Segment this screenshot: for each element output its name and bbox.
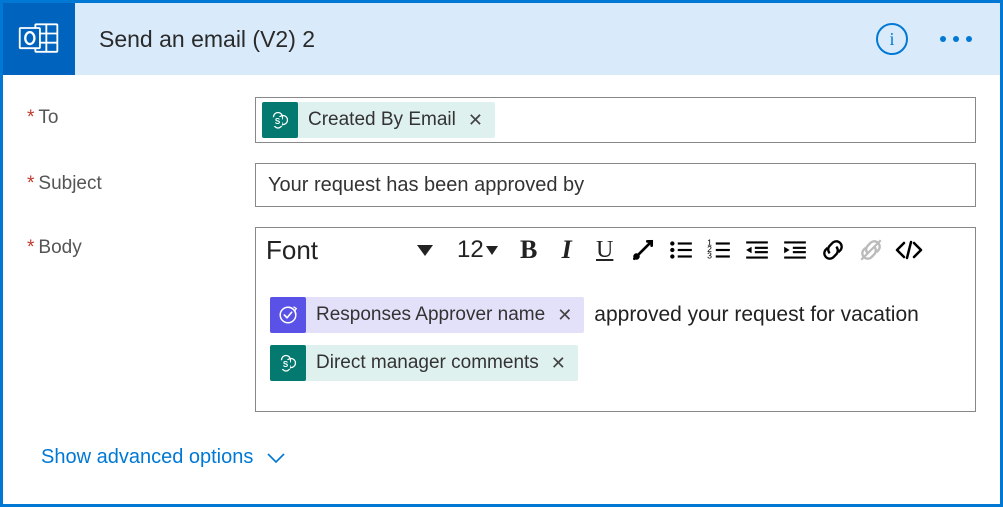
body-line: S Direct manager comments ✕ <box>270 345 961 381</box>
card-header: Send an email (V2) 2 i <box>3 3 1000 75</box>
body-editor: Font 12 B I U <box>255 227 976 412</box>
svg-text:3: 3 <box>707 251 712 261</box>
rich-text-toolbar: Font 12 B I U <box>256 228 975 275</box>
card-body: *To S Created By Email ✕ *Subject <box>3 75 1000 504</box>
code-view-button[interactable] <box>890 232 928 268</box>
unlink-button <box>852 232 890 268</box>
caret-down-icon <box>486 246 498 255</box>
font-color-button[interactable] <box>624 232 662 268</box>
body-text: approved your request for vacation <box>594 293 919 337</box>
token-label: Responses Approver name <box>316 293 545 337</box>
show-advanced-options-link[interactable]: Show advanced options <box>41 446 285 469</box>
svg-text:S: S <box>275 117 281 126</box>
chevron-down-icon <box>267 453 285 463</box>
token-remove-icon[interactable]: ✕ <box>555 293 574 337</box>
sharepoint-icon: S <box>270 345 306 381</box>
link-button[interactable] <box>814 232 852 268</box>
font-size-select[interactable]: 12 <box>457 236 498 264</box>
italic-button[interactable]: I <box>548 232 586 268</box>
dynamic-token-created-by-email[interactable]: S Created By Email ✕ <box>262 102 495 138</box>
approvals-icon <box>270 297 306 333</box>
outdent-button[interactable] <box>738 232 776 268</box>
dynamic-token-responses-approver-name[interactable]: Responses Approver name ✕ <box>270 297 584 333</box>
font-family-select[interactable]: Font <box>266 235 441 266</box>
field-row-body: *Body Font 12 B I U <box>27 227 976 412</box>
body-content-area[interactable]: Responses Approver name ✕ approved your … <box>256 275 975 411</box>
indent-button[interactable] <box>776 232 814 268</box>
card-title: Send an email (V2) 2 <box>75 26 876 53</box>
dynamic-token-direct-manager-comments[interactable]: S Direct manager comments ✕ <box>270 345 578 381</box>
sharepoint-icon: S <box>262 102 298 138</box>
action-card: Send an email (V2) 2 i *To S Created By … <box>0 0 1003 507</box>
field-label-to: *To <box>27 97 255 129</box>
field-label-subject: *Subject <box>27 163 255 195</box>
svg-text:S: S <box>283 360 289 369</box>
token-remove-icon[interactable]: ✕ <box>549 341 568 385</box>
caret-down-icon <box>417 245 433 256</box>
info-icon[interactable]: i <box>876 23 908 55</box>
bold-button[interactable]: B <box>510 232 548 268</box>
subject-input[interactable] <box>255 163 976 207</box>
underline-button[interactable]: U <box>586 232 624 268</box>
bullet-list-button[interactable] <box>662 232 700 268</box>
outlook-icon <box>3 3 75 75</box>
card-footer: Show advanced options <box>27 432 976 469</box>
token-remove-icon[interactable]: ✕ <box>466 110 485 131</box>
body-line: Responses Approver name ✕ approved your … <box>270 293 961 337</box>
numbered-list-button[interactable]: 123 <box>700 232 738 268</box>
token-label: Direct manager comments <box>316 341 539 385</box>
token-label: Created By Email <box>308 109 456 131</box>
field-label-body: *Body <box>27 227 255 259</box>
to-input[interactable]: S Created By Email ✕ <box>255 97 976 143</box>
more-options-menu[interactable] <box>936 26 976 52</box>
field-row-subject: *Subject <box>27 163 976 207</box>
field-row-to: *To S Created By Email ✕ <box>27 97 976 143</box>
